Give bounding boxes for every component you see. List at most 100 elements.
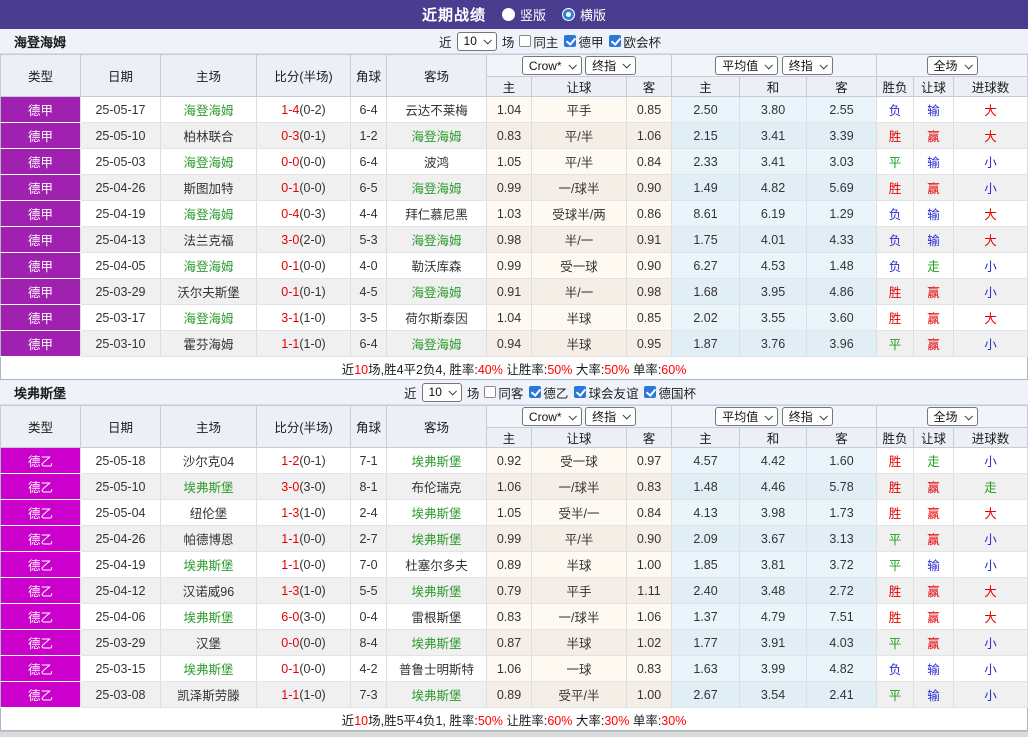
near-label: 近 bbox=[404, 386, 417, 401]
half-time-score: (1-0) bbox=[299, 687, 326, 702]
filter-checkbox-同主[interactable]: 同主 bbox=[519, 32, 558, 51]
cell-avg-home: 1.85 bbox=[671, 551, 740, 578]
cell-score: 1-1(0-0) bbox=[256, 551, 351, 578]
sub-away-odds: 客 bbox=[626, 76, 672, 97]
mode-horizontal-label: 横版 bbox=[580, 8, 607, 23]
half-time-score: (0-1) bbox=[299, 453, 326, 468]
final-average-select[interactable]: 终指 bbox=[781, 407, 833, 426]
match-row: 德甲 25-04-05 海登海姆 0-1(0-0) 4-0 勒沃库森 0.99 受一球 0.90… bbox=[0, 252, 1028, 279]
cell-avg-home: 2.09 bbox=[671, 525, 740, 552]
checkbox-label: 球会友谊 bbox=[588, 386, 639, 401]
cell-avg-away: 2.72 bbox=[806, 577, 878, 604]
summary-label: 让胜率: bbox=[502, 362, 548, 377]
cell-goals-result: 小 bbox=[953, 447, 1028, 474]
cell-date: 25-03-29 bbox=[80, 629, 161, 656]
cell-goals-result: 小 bbox=[953, 681, 1028, 708]
mode-horizontal-radio[interactable]: 横版 bbox=[562, 5, 606, 24]
filter-checkbox-欧会杯[interactable]: 欧会杯 bbox=[609, 32, 661, 51]
final-odds-select[interactable]: 终指 bbox=[585, 406, 637, 426]
cell-league-type: 德甲 bbox=[0, 278, 81, 305]
cell-avg-away: 7.51 bbox=[806, 603, 878, 630]
cell-corner: 4-5 bbox=[350, 278, 387, 305]
cell-away-odds: 0.86 bbox=[626, 200, 672, 227]
cell-date: 25-05-04 bbox=[80, 499, 161, 526]
cell-league-type: 德甲 bbox=[0, 226, 81, 253]
final-odds-select[interactable]: 终指 bbox=[585, 55, 637, 75]
cell-avg-away: 3.03 bbox=[806, 148, 878, 175]
summary-label: 单率: bbox=[629, 713, 662, 728]
cell-goals-result: 小 bbox=[953, 148, 1028, 175]
cell-handicap-result: 赢 bbox=[913, 278, 955, 305]
cell-handicap: 半球 bbox=[531, 330, 627, 357]
match-row: 德甲 25-03-17 海登海姆 3-1(1-0) 3-5 荷尔斯泰因 1.04 半球 0.85… bbox=[0, 304, 1028, 331]
cell-score: 0-1(0-0) bbox=[256, 252, 351, 279]
cell-home-team: 埃弗斯堡 bbox=[160, 655, 257, 682]
cell-league-type: 德甲 bbox=[0, 96, 81, 123]
filter-checkbox-德甲[interactable]: 德甲 bbox=[564, 32, 603, 51]
cell-away-team: 海登海姆 bbox=[386, 174, 487, 201]
team-name: 埃弗斯堡 bbox=[14, 385, 67, 401]
cell-away-odds: 0.95 bbox=[626, 330, 672, 357]
half-time-score: (2-0) bbox=[299, 232, 326, 247]
final-average-select[interactable]: 终指 bbox=[781, 56, 833, 75]
col-score: 比分(半场) bbox=[256, 405, 351, 448]
cell-handicap-result: 输 bbox=[913, 551, 955, 578]
summary-value: 10 bbox=[354, 362, 369, 377]
summary-label: 让胜率: bbox=[502, 713, 548, 728]
cell-corner: 8-1 bbox=[350, 473, 387, 500]
filter-checkbox-球会友谊[interactable]: 球会友谊 bbox=[574, 383, 638, 402]
cell-avg-home: 6.27 bbox=[671, 252, 740, 279]
cell-league-type: 德乙 bbox=[0, 525, 81, 552]
average-select[interactable]: 平均值 bbox=[715, 407, 779, 426]
scope-select[interactable]: 全场 bbox=[926, 56, 978, 75]
cell-away-team: 布伦瑞克 bbox=[386, 473, 487, 500]
cell-avg-away: 3.72 bbox=[806, 551, 878, 578]
full-time-score: 1-1 bbox=[281, 531, 300, 546]
cell-home-team: 汉诺威96 bbox=[160, 577, 257, 604]
sub-handicap-result: 让球 bbox=[913, 76, 955, 97]
cell-league-type: 德乙 bbox=[0, 603, 81, 630]
cell-league-type: 德乙 bbox=[0, 499, 81, 526]
chevron-down-icon bbox=[622, 411, 632, 420]
cell-goals-result: 大 bbox=[953, 122, 1028, 149]
scope-select[interactable]: 全场 bbox=[926, 407, 978, 426]
cell-avg-home: 1.63 bbox=[671, 655, 740, 682]
filter-checkbox-同客[interactable]: 同客 bbox=[484, 383, 523, 402]
cell-away-team: 埃弗斯堡 bbox=[386, 681, 487, 708]
cell-handicap: 受半/一 bbox=[531, 499, 627, 526]
cell-avg-home: 1.87 bbox=[671, 330, 740, 357]
bookmaker-select[interactable]: Crow* bbox=[521, 407, 582, 427]
cell-avg-away: 3.13 bbox=[806, 525, 878, 552]
filter-checkbox-德乙[interactable]: 德乙 bbox=[529, 383, 568, 402]
full-time-score: 1-3 bbox=[281, 583, 300, 598]
full-time-score: 6-0 bbox=[281, 609, 300, 624]
match-row: 德乙 25-03-15 埃弗斯堡 0-1(0-0) 4-2 普鲁士明斯特 1.06 一球 0.8… bbox=[0, 655, 1028, 682]
summary-value: 60% bbox=[547, 713, 573, 728]
bookmaker-select[interactable]: Crow* bbox=[521, 56, 582, 76]
filter-checkbox-德国杯[interactable]: 德国杯 bbox=[644, 383, 696, 402]
match-count-select[interactable]: 10 bbox=[456, 31, 497, 51]
average-select[interactable]: 平均值 bbox=[715, 56, 779, 75]
summary-text: 近10场,胜5平4负1, 胜率:50% 让胜率:60% 大率:30% 单率:30… bbox=[0, 707, 1028, 731]
half-time-score: (1-0) bbox=[299, 336, 326, 351]
mode-vertical-radio[interactable]: 竖版 bbox=[501, 5, 546, 24]
cell-date: 25-04-19 bbox=[80, 551, 161, 578]
cell-away-team: 海登海姆 bbox=[386, 330, 487, 357]
scope-dropdown: 全场 bbox=[876, 54, 1028, 77]
cell-avg-draw: 3.98 bbox=[739, 499, 807, 526]
cell-handicap-result: 输 bbox=[913, 681, 955, 708]
summary-value: 60% bbox=[661, 362, 687, 377]
cell-away-odds: 1.06 bbox=[626, 603, 672, 630]
full-time-score: 0-3 bbox=[281, 128, 300, 143]
cell-corner: 1-2 bbox=[350, 122, 387, 149]
match-row: 德乙 25-03-08 凯泽斯劳滕 1-1(1-0) 7-3 埃弗斯堡 0.89 受平/半 1.… bbox=[0, 681, 1028, 708]
cell-league-type: 德乙 bbox=[0, 681, 81, 708]
cell-goals-result: 大 bbox=[953, 96, 1028, 123]
match-count-select[interactable]: 10 bbox=[421, 382, 462, 402]
cell-score: 0-1(0-0) bbox=[256, 655, 351, 682]
cell-avg-away: 4.33 bbox=[806, 226, 878, 253]
team-name: 海登海姆 bbox=[14, 34, 67, 50]
cell-away-odds: 0.83 bbox=[626, 655, 672, 682]
cell-avg-draw: 3.91 bbox=[739, 629, 807, 656]
cell-avg-away: 5.69 bbox=[806, 174, 878, 201]
